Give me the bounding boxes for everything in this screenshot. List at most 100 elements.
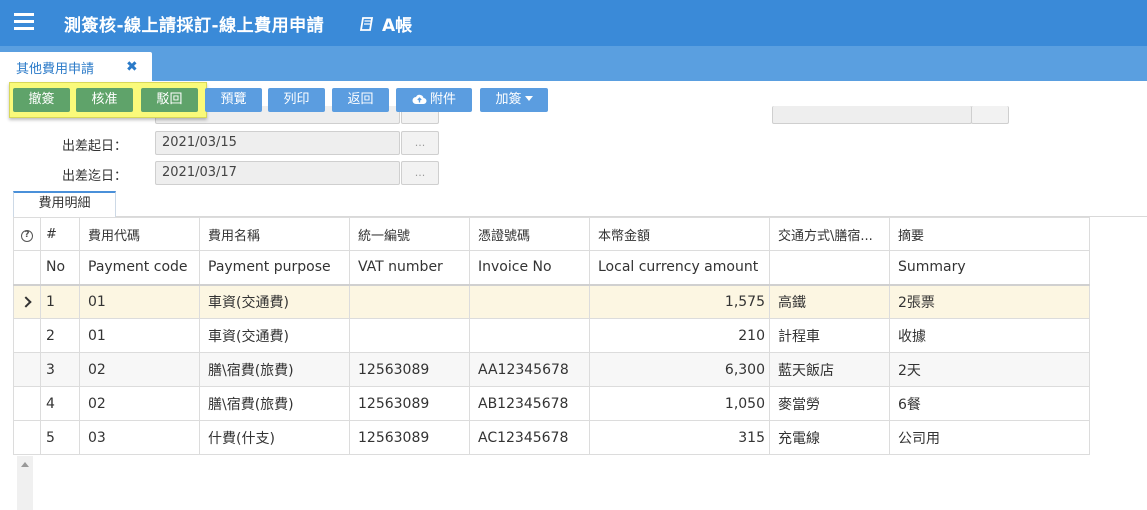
cell-transport[interactable]: 充電線 [769,420,890,455]
add-signer-button[interactable]: 加簽 [480,88,548,112]
cell-no: 5 [40,420,80,455]
trip-end-lookup[interactable]: ... [401,161,439,185]
attachment-label: 附件 [429,92,456,107]
cell-purpose[interactable]: 膳\宿費(旅費) [199,386,350,421]
obscured-field-right[interactable] [772,106,972,124]
ledger-label: A帳 [382,16,413,36]
cell-purpose[interactable]: 車資(交通費) [199,284,350,319]
cell-vat[interactable]: 12563089 [349,420,470,455]
cell-summary[interactable]: 公司用 [889,420,1090,455]
cell-code[interactable]: 01 [79,318,200,353]
tab-other-expense[interactable]: 其他費用申請 ✖ [0,52,152,81]
col-no-en[interactable]: No [40,250,80,286]
cell-code[interactable]: 03 [79,420,200,455]
table-row[interactable]: 3 02 膳\宿費(旅費) 12563089 AA12345678 6,300 … [13,352,1090,387]
cell-amount[interactable]: 6,300 [589,352,770,387]
reject-button[interactable]: 駁回 [141,88,198,112]
cloud-upload-icon [412,94,427,104]
cell-purpose[interactable]: 膳\宿費(旅費) [199,352,350,387]
close-icon[interactable]: ✖ [126,59,138,75]
trip-start-field[interactable]: 2021/03/15 [155,131,400,155]
col-code-zh[interactable]: 費用代碼 [79,217,200,251]
cell-code[interactable]: 02 [79,352,200,387]
cell-vat[interactable]: 12563089 [349,386,470,421]
header-spacer [13,250,41,286]
col-vat-zh[interactable]: 統一編號 [349,217,470,251]
caret-down-icon [524,96,533,101]
trip-start-label: 出差起日： [62,139,128,154]
cell-invoice[interactable]: AC12345678 [469,420,590,455]
app-title: 測簽核-線上請採訂-線上費用申請 [64,16,325,36]
cell-transport[interactable]: 麥當勞 [769,386,890,421]
col-vat-en[interactable]: VAT number [349,250,470,286]
cell-summary[interactable]: 6餐 [889,386,1090,421]
grid-scrollbar[interactable] [17,456,33,510]
col-transport-en[interactable] [769,250,890,286]
cell-amount[interactable]: 1,050 [589,386,770,421]
trip-end-field[interactable]: 2021/03/17 [155,161,400,185]
col-amount-en[interactable]: Local currency amount [589,250,770,286]
col-amount-zh[interactable]: 本幣金額 [589,217,770,251]
cell-summary[interactable]: 收據 [889,318,1090,353]
tab-strip: 其他費用申請 ✖ [0,46,1147,81]
approve-button[interactable]: 核准 [76,88,133,112]
col-invoice-zh[interactable]: 憑證號碼 [469,217,590,251]
table-row[interactable]: 1 01 車資(交通費) 1,575 高鐵 2張票 [13,284,1090,319]
app-header: 測簽核-線上請採訂-線上費用申請 A帳 [0,0,1147,46]
scroll-up-icon[interactable] [21,462,29,467]
cell-vat[interactable] [349,284,470,319]
withdraw-button[interactable]: 撤簽 [13,88,70,112]
cell-summary[interactable]: 2張票 [889,284,1090,319]
cell-amount[interactable]: 315 [589,420,770,455]
cell-transport[interactable]: 藍天飯店 [769,352,890,387]
col-summary-zh[interactable]: 摘要 [889,217,1090,251]
cell-invoice[interactable] [469,284,590,319]
grid-header-zh: ? # 費用代碼 費用名稱 統一編號 憑證號碼 本幣金額 交通方式\膳宿... … [13,217,1090,251]
cell-vat[interactable]: 12563089 [349,352,470,387]
cell-no: 3 [40,352,80,387]
attachment-button[interactable]: 附件 [396,88,472,112]
col-summary-en[interactable]: Summary [889,250,1090,286]
cell-vat[interactable] [349,318,470,353]
grid-header-en: No Payment code Payment purpose VAT numb… [13,250,1090,286]
cell-amount[interactable]: 1,575 [589,284,770,319]
row-pointer-icon [19,296,32,308]
row-indicator [13,352,41,387]
back-button[interactable]: 返回 [332,88,389,112]
cell-amount[interactable]: 210 [589,318,770,353]
help-cell[interactable]: ? [13,217,41,251]
obscured-field-right-lookup[interactable] [971,106,1009,124]
col-no-zh[interactable]: # [40,217,80,251]
preview-button[interactable]: 預覽 [205,88,262,112]
col-transport-zh[interactable]: 交通方式\膳宿... [769,217,890,251]
col-purpose-en[interactable]: Payment purpose [199,250,350,286]
cell-invoice[interactable]: AB12345678 [469,386,590,421]
row-indicator [13,386,41,421]
table-row[interactable]: 2 01 車資(交通費) 210 計程車 收據 [13,318,1090,353]
cell-invoice[interactable]: AA12345678 [469,352,590,387]
menu-icon[interactable] [14,13,34,31]
cell-purpose[interactable]: 車資(交通費) [199,318,350,353]
tab-label: 其他費用申請 [16,62,95,77]
cell-invoice[interactable] [469,318,590,353]
table-row[interactable]: 4 02 膳\宿費(旅費) 12563089 AB12345678 1,050 … [13,386,1090,421]
col-purpose-zh[interactable]: 費用名稱 [199,217,350,251]
cell-code[interactable]: 02 [79,386,200,421]
cell-summary[interactable]: 2天 [889,352,1090,387]
cell-no: 1 [40,284,80,319]
row-indicator [13,284,41,319]
col-code-en[interactable]: Payment code [79,250,200,286]
cell-code[interactable]: 01 [79,284,200,319]
col-invoice-en[interactable]: Invoice No [469,250,590,286]
table-row[interactable]: 5 03 什費(什支) 12563089 AC12345678 315 充電線 … [13,420,1090,455]
book-icon [360,16,374,31]
cell-purpose[interactable]: 什費(什支) [199,420,350,455]
print-button[interactable]: 列印 [268,88,325,112]
cell-transport[interactable]: 高鐵 [769,284,890,319]
row-indicator [13,318,41,353]
help-icon[interactable]: ? [21,230,33,242]
trip-start-lookup[interactable]: ... [401,131,439,155]
cell-transport[interactable]: 計程車 [769,318,890,353]
cell-no: 4 [40,386,80,421]
tab-expense-detail[interactable]: 費用明細 [13,191,116,217]
